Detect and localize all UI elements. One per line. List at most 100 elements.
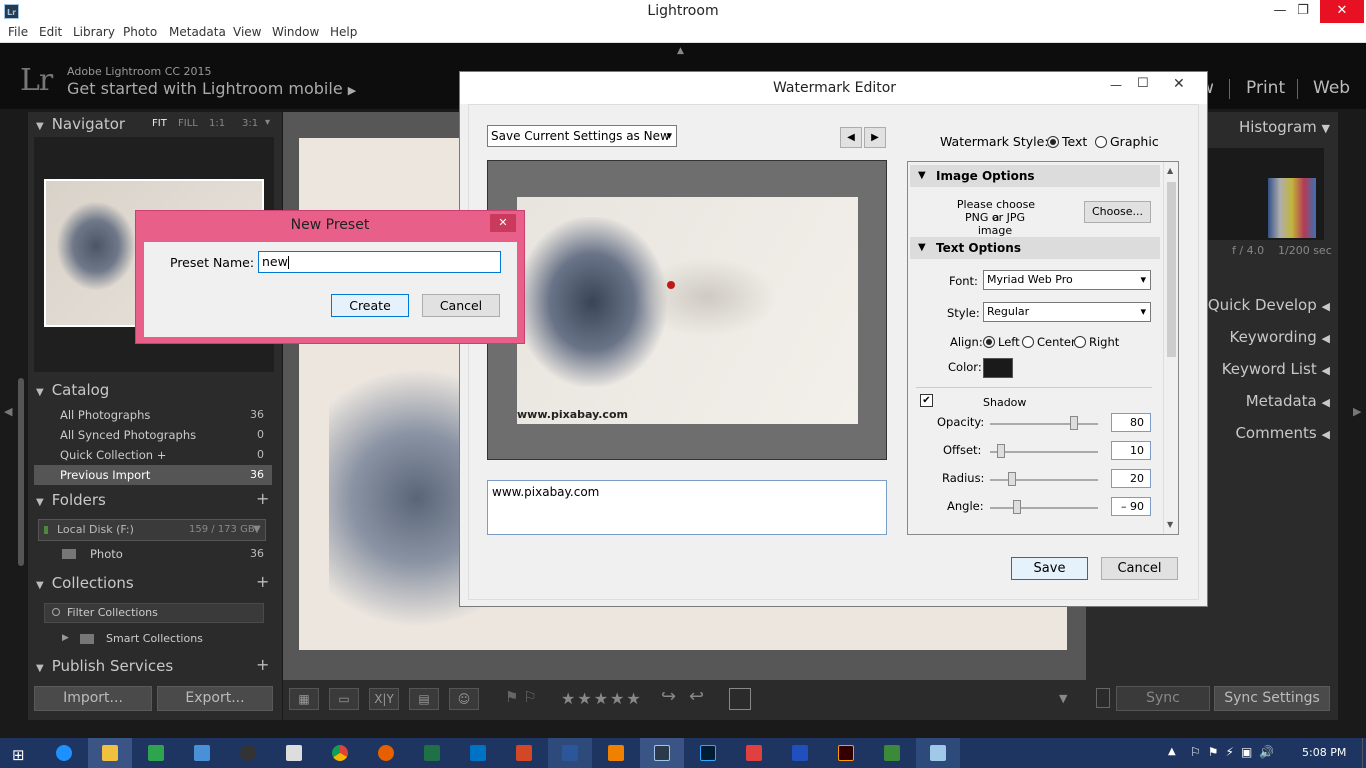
file-explorer-icon[interactable] <box>88 738 132 768</box>
zoom-dropdown-icon[interactable]: ▾ <box>265 117 270 128</box>
ie-icon[interactable] <box>42 738 86 768</box>
menu-metadata[interactable]: Metadata <box>169 25 226 39</box>
chrome-icon[interactable] <box>318 738 362 768</box>
scrollbar-thumb[interactable] <box>1167 182 1176 357</box>
flag-icons[interactable]: ⚑ ⚐ <box>505 688 537 706</box>
export-button[interactable]: Export... <box>157 686 273 711</box>
font-dropdown[interactable]: Myriad Web Pro <box>983 270 1151 290</box>
sync-toggle-icon[interactable] <box>1096 688 1110 708</box>
create-button[interactable]: Create <box>331 294 409 317</box>
powerpoint-icon[interactable] <box>502 738 546 768</box>
text-options-header[interactable]: ▼ Text Options <box>910 237 1160 259</box>
catalog-all-photographs[interactable]: All Photographs 36 <box>34 405 272 425</box>
menu-photo[interactable]: Photo <box>123 25 157 39</box>
book-icon[interactable] <box>778 738 822 768</box>
local-disk-row[interactable]: Local Disk (F:) 159 / 173 GB ▼ <box>38 519 266 541</box>
store-icon[interactable] <box>134 738 178 768</box>
menu-library[interactable]: Library <box>73 25 115 39</box>
angle-slider-track[interactable] <box>990 507 1098 509</box>
color-swatch[interactable] <box>983 358 1013 378</box>
grid-view-icon[interactable]: ▦ <box>289 688 319 710</box>
menu-help[interactable]: Help <box>330 25 357 39</box>
shadow-checkbox[interactable]: ✔ <box>920 394 933 407</box>
collapse-top-arrow-icon[interactable]: ▲ <box>677 46 684 56</box>
radius-input[interactable]: 20 <box>1111 469 1151 488</box>
lightroom-taskbar-icon[interactable] <box>640 738 684 768</box>
mobile-link[interactable]: Get started with Lightroom mobile ▶ <box>67 79 356 98</box>
comments-header[interactable]: Comments ◀ <box>1206 424 1330 442</box>
illustrator-icon[interactable] <box>824 738 868 768</box>
next-image-button[interactable]: ▶ <box>864 127 886 148</box>
opacity-input[interactable]: 80 <box>1111 413 1151 432</box>
add-folder-icon[interactable]: + <box>256 489 269 508</box>
metadata-header[interactable]: Metadata ◀ <box>1206 392 1330 410</box>
people-view-icon[interactable]: ☺ <box>449 688 479 710</box>
nox-icon[interactable] <box>226 738 270 768</box>
star-rating-icons[interactable]: ★★★★★ <box>561 689 643 708</box>
offset-slider-thumb[interactable] <box>996 444 1005 458</box>
rotate-left-icon[interactable]: ↪ <box>661 686 676 707</box>
zoom-fill[interactable]: FILL <box>178 118 198 129</box>
rotate-right-icon[interactable]: ↩ <box>689 686 704 707</box>
align-center-radio[interactable] <box>1022 336 1034 348</box>
outlook-icon[interactable] <box>456 738 500 768</box>
tray-expand-icon[interactable]: ▲ <box>1168 746 1176 757</box>
crop-icon[interactable] <box>729 688 751 710</box>
tray-icons[interactable]: ⚐⚑⚡▣🔊 <box>1190 745 1281 759</box>
show-desktop-button[interactable] <box>1362 738 1366 768</box>
offset-input[interactable]: 10 <box>1111 441 1151 460</box>
paint-icon[interactable] <box>732 738 776 768</box>
add-publish-service-icon[interactable]: + <box>256 655 269 674</box>
style-dropdown[interactable]: Regular <box>983 302 1151 322</box>
disk-dropdown-icon[interactable]: ▼ <box>253 520 261 540</box>
image-options-header[interactable]: ▼ Image Options <box>910 165 1160 187</box>
align-left-radio[interactable] <box>983 336 995 348</box>
choose-image-button[interactable]: Choose... <box>1084 201 1151 223</box>
add-collection-icon[interactable]: + <box>256 572 269 591</box>
keyword-list-header[interactable]: Keyword List ◀ <box>1206 360 1330 378</box>
loupe-view-icon[interactable]: ▭ <box>329 688 359 710</box>
sync-button[interactable]: Sync <box>1116 686 1210 711</box>
compare-view-icon[interactable]: X|Y <box>369 688 399 710</box>
options-scrollbar[interactable]: ▲ ▼ <box>1163 162 1178 534</box>
calendar-icon[interactable] <box>272 738 316 768</box>
zoom-fit[interactable]: FIT <box>152 118 167 129</box>
offset-slider-track[interactable] <box>990 451 1098 453</box>
preset-dropdown[interactable]: Save Current Settings as New <box>487 125 677 147</box>
menu-window[interactable]: Window <box>272 25 319 39</box>
publish-services-header[interactable]: ▼ Publish Services <box>36 657 276 679</box>
vlc-icon[interactable] <box>594 738 638 768</box>
watermark-text-overlay[interactable]: www.pixabay.com <box>517 408 628 421</box>
catalog-previous-import[interactable]: Previous Import 36 <box>34 465 272 485</box>
menu-edit[interactable]: Edit <box>39 25 62 39</box>
menu-view[interactable]: View <box>233 25 261 39</box>
left-panel-toggle-icon[interactable]: ◀ <box>4 405 12 418</box>
style-text-radio[interactable] <box>1047 136 1059 148</box>
radius-slider-thumb[interactable] <box>1007 472 1016 486</box>
preset-name-input[interactable]: new <box>258 251 501 273</box>
zoom-3-1[interactable]: 3:1 <box>242 118 258 129</box>
keyboard-icon[interactable] <box>180 738 224 768</box>
module-print[interactable]: Print <box>1246 78 1285 98</box>
align-right-radio[interactable] <box>1074 336 1086 348</box>
app-green-icon[interactable] <box>870 738 914 768</box>
dialog-minimize-button[interactable]: — <box>1110 78 1122 92</box>
histogram-header[interactable]: Histogram ▼ <box>1206 118 1330 136</box>
radius-slider-track[interactable] <box>990 479 1098 481</box>
style-graphic-radio[interactable] <box>1095 136 1107 148</box>
dialog-maximize-button[interactable]: ☐ <box>1137 76 1149 91</box>
catalog-quick-collection[interactable]: Quick Collection +0 <box>34 445 272 465</box>
save-button[interactable]: Save <box>1011 557 1088 580</box>
folders-header[interactable]: ▼ Folders <box>36 491 276 513</box>
excel-icon[interactable] <box>410 738 454 768</box>
left-panel-scrollbar[interactable] <box>18 378 24 566</box>
zoom-1-1[interactable]: 1:1 <box>209 118 225 129</box>
keywording-header[interactable]: Keywording ◀ <box>1206 328 1330 346</box>
new-preset-close-button[interactable]: ✕ <box>490 214 516 232</box>
clock[interactable]: 5:08 PM <box>1302 746 1346 759</box>
close-window-button[interactable]: ✕ <box>1320 0 1364 23</box>
angle-input[interactable]: – 90 <box>1111 497 1151 516</box>
photoshop-icon[interactable] <box>686 738 730 768</box>
notepad-icon[interactable] <box>916 738 960 768</box>
maximize-button[interactable]: ❐ <box>1281 0 1325 23</box>
